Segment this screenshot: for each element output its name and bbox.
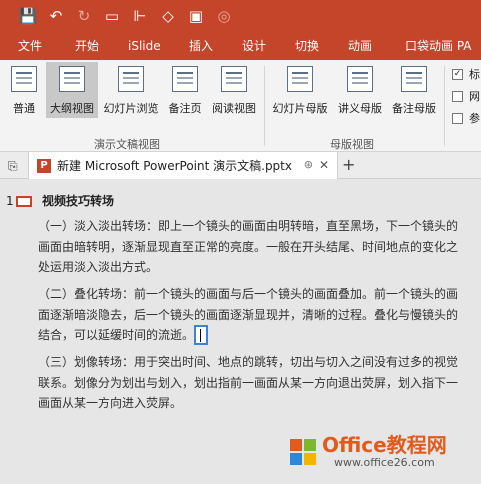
- outline-view-icon: [59, 66, 85, 92]
- notes-master-button[interactable]: 备注母版: [388, 62, 440, 118]
- guides-checkbox[interactable]: 参: [452, 110, 480, 126]
- checkbox-checked-icon: ✓: [452, 68, 463, 80]
- outline-paragraph-text: （二）叠化转场：前一个镜头的画面与后一个镜头的画面叠加。前一个镜头的画面逐渐暗淡…: [38, 287, 459, 342]
- reading-view-button[interactable]: 阅读视图: [208, 62, 260, 118]
- normal-view-icon: [11, 66, 37, 92]
- close-tab-icon[interactable]: ✕: [319, 158, 329, 172]
- outline-paragraph[interactable]: （三）划像转场：用于突出时间、地点的跳转，切出与切入之间没有过多的视觉联系。划像…: [38, 352, 468, 414]
- tab-design[interactable]: 设计: [242, 32, 266, 60]
- handout-master-icon: [347, 66, 373, 92]
- slide-sorter-label: 幻灯片浏览: [103, 102, 159, 115]
- shapes-icon[interactable]: ◇: [154, 2, 182, 30]
- slide-master-icon: [287, 66, 313, 92]
- notes-master-icon: [401, 66, 427, 92]
- ruler-checkbox[interactable]: ✓ 标: [452, 66, 480, 82]
- quick-access-toolbar: 💾 ↶ ↻ ▭ ⊩ ◇ ▣ ◎: [0, 0, 481, 32]
- outline-view-button[interactable]: 大纲视图: [46, 62, 98, 118]
- notes-page-label: 备注页: [168, 102, 202, 115]
- text-cursor: [194, 324, 209, 345]
- outline-paragraph[interactable]: （二）叠化转场：前一个镜头的画面与后一个镜头的画面叠加。前一个镜头的画面逐渐暗淡…: [38, 284, 468, 346]
- ribbon-view: 普通 大纲视图 幻灯片浏览 备注页 阅读视图 演示文稿视图 幻灯片母版 讲义母版…: [0, 60, 481, 152]
- checkbox-label: 网: [469, 90, 480, 103]
- tab-insert[interactable]: 插入: [189, 32, 213, 60]
- page-icon[interactable]: ⎘: [8, 159, 18, 174]
- pin-icon[interactable]: ⊛: [304, 158, 313, 171]
- notes-master-label: 备注母版: [392, 102, 436, 115]
- tab-animations[interactable]: 动画: [348, 32, 372, 60]
- group-separator: [444, 66, 445, 146]
- document-tab[interactable]: P 新建 Microsoft PowerPoint 演示文稿.pptx ⊛ ✕: [28, 152, 338, 179]
- slide-master-label: 幻灯片母版: [272, 102, 328, 115]
- slide-icon[interactable]: [16, 196, 32, 207]
- slide-sorter-icon: [118, 66, 144, 92]
- slide-master-button[interactable]: 幻灯片母版: [268, 62, 332, 118]
- checkbox-label: 标: [469, 68, 480, 81]
- undo-icon[interactable]: ↶: [42, 2, 70, 30]
- image-icon[interactable]: ▣: [182, 2, 210, 30]
- checkbox-icon: [452, 90, 463, 102]
- reading-view-icon: [221, 66, 247, 92]
- reading-view-label: 阅读视图: [212, 102, 256, 115]
- tab-home[interactable]: 开始: [75, 32, 99, 60]
- document-tab-bar: ⎘ P 新建 Microsoft PowerPoint 演示文稿.pptx ⊛ …: [0, 152, 481, 179]
- format-painter-icon[interactable]: ⊩: [126, 2, 154, 30]
- document-tab-title: 新建 Microsoft PowerPoint 演示文稿.pptx: [57, 159, 292, 173]
- normal-view-label: 普通: [13, 102, 35, 115]
- save-icon[interactable]: 💾: [14, 2, 42, 30]
- checkbox-icon: [452, 112, 463, 124]
- outline-paragraph[interactable]: （一）淡入淡出转场：即上一个镜头的画面由明转暗，直至黑场，下一个镜头的画面由暗转…: [38, 216, 468, 278]
- tab-pocket-animation[interactable]: 口袋动画 PA: [405, 32, 472, 60]
- notes-page-icon: [172, 66, 198, 92]
- master-views-group-label: 母版视图: [330, 138, 374, 151]
- redo-icon[interactable]: ↻: [70, 2, 98, 30]
- checkbox-label: 参: [469, 112, 480, 125]
- slideshow-icon[interactable]: ▭: [98, 2, 126, 30]
- handout-master-label: 讲义母版: [338, 102, 382, 115]
- normal-view-button[interactable]: 普通: [4, 62, 44, 118]
- gridlines-checkbox[interactable]: 网: [452, 88, 480, 104]
- powerpoint-icon: P: [37, 158, 51, 173]
- tab-islide[interactable]: iSlide: [128, 32, 161, 60]
- tab-transitions[interactable]: 切换: [295, 32, 319, 60]
- record-icon[interactable]: ◎: [210, 2, 238, 30]
- outline-view-label: 大纲视图: [50, 102, 94, 115]
- handout-master-button[interactable]: 讲义母版: [334, 62, 386, 118]
- notes-page-button[interactable]: 备注页: [164, 62, 206, 118]
- office-logo-icon: [290, 438, 316, 465]
- ribbon-tabs: 文件 开始 iSlide 插入 设计 切换 动画 口袋动画 PA: [0, 32, 481, 60]
- new-tab-button[interactable]: +: [342, 155, 355, 174]
- presentation-views-group-label: 演示文稿视图: [94, 138, 160, 151]
- watermark-url: www.office26.com: [334, 456, 435, 469]
- watermark-brand: Office教程网: [322, 433, 447, 457]
- slide-number: 1: [6, 194, 14, 208]
- watermark: Office教程网 www.office26.com: [290, 434, 447, 469]
- slide-sorter-button[interactable]: 幻灯片浏览: [100, 62, 162, 118]
- tab-file[interactable]: 文件: [18, 32, 42, 60]
- slide-title[interactable]: 视频技巧转场: [42, 192, 114, 209]
- group-separator: [264, 66, 265, 146]
